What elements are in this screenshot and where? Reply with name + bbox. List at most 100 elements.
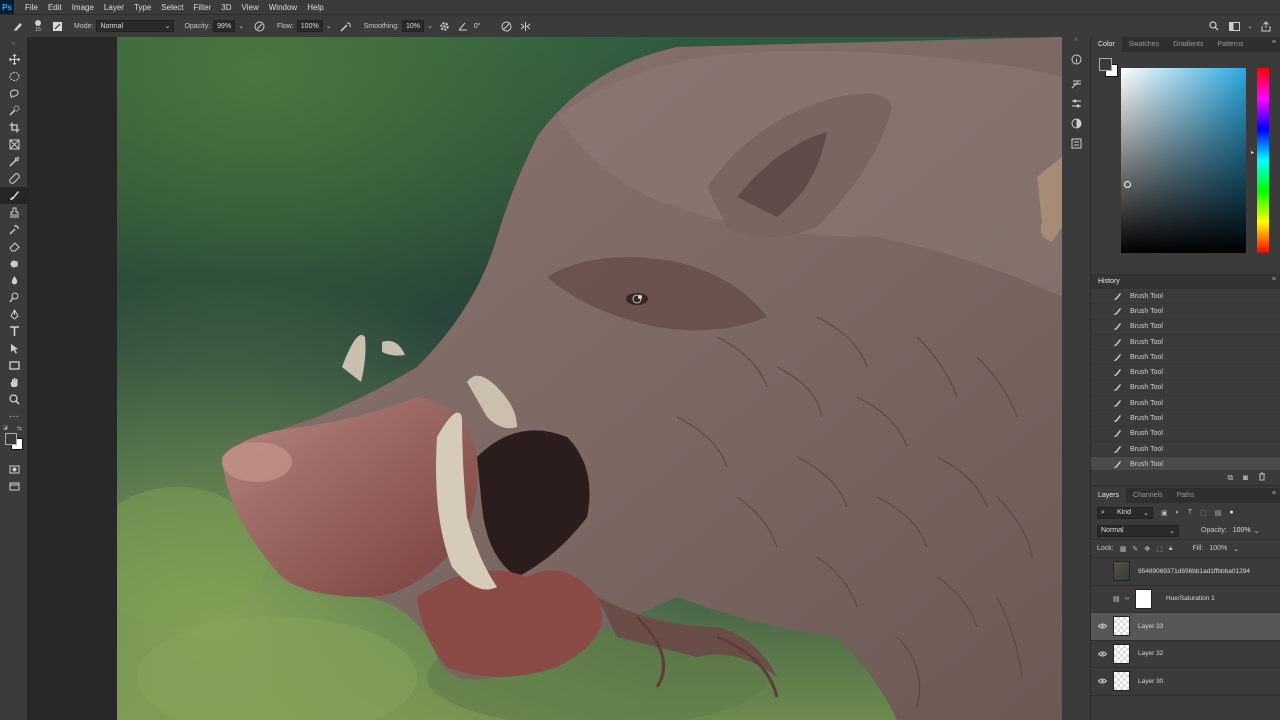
properties-icon[interactable] [1062,133,1090,153]
layer-mask-thumbnail[interactable] [1135,588,1152,609]
symmetry-icon[interactable] [520,21,531,32]
type-tool-icon[interactable] [0,323,28,340]
layer-row[interactable]: Layer 30 [1091,668,1280,696]
color-picker-cursor[interactable] [1124,181,1131,188]
layer-row[interactable]: 95489069371d696bb1ad1ffbbba01294 [1091,558,1280,586]
layer-name[interactable]: Layer 33 [1138,623,1163,630]
tab-swatches[interactable]: Swatches [1122,41,1166,48]
chevron-down-icon[interactable]: ⌄ [1233,545,1239,553]
history-item[interactable]: Brush Tool [1091,396,1280,412]
blur-tool-icon[interactable] [0,272,28,289]
chevron-down-icon[interactable]: ⌄ [238,22,244,30]
layer-thumbnail[interactable] [1113,616,1130,637]
history-item[interactable]: Brush Tool [1091,335,1280,351]
airbrush-icon[interactable] [340,21,352,32]
foreground-color-swatch[interactable] [5,433,17,445]
info-icon[interactable] [1062,49,1090,69]
layer-kind-filter[interactable]: ⌕ Kind ⌄ [1097,506,1153,519]
brush-preset-icon[interactable] [10,20,26,32]
crop-tool-icon[interactable] [0,119,28,136]
filter-type-icon[interactable]: T [1188,509,1192,516]
pressure-size-icon[interactable] [501,21,512,32]
eye-icon[interactable] [1091,651,1113,657]
menu-filter[interactable]: Filter [189,3,217,12]
brush-settings-icon[interactable] [50,21,64,32]
trash-icon[interactable] [1258,472,1266,483]
history-brush-tool-icon[interactable] [0,221,28,238]
frame-tool-icon[interactable] [0,136,28,153]
smoothing-field[interactable]: 10% [401,20,424,32]
fill-field[interactable]: 100% [1209,545,1227,552]
adjustments-icon[interactable] [1062,93,1090,113]
layer-row[interactable]: Layer 32 [1091,641,1280,668]
new-document-from-state-icon[interactable]: ⧉ [1227,473,1233,483]
swap-colors-icon[interactable]: ⇆ [17,425,22,432]
history-title[interactable]: History [1091,274,1127,289]
filter-adjustment-icon[interactable]: ◐ [1176,509,1180,516]
move-tool-icon[interactable] [0,51,28,68]
healing-tool-icon[interactable] [0,170,28,187]
eye-icon[interactable] [1091,623,1113,629]
lock-pixels-icon[interactable]: ✎ [1132,545,1138,553]
angle-field[interactable]: 0° [470,20,495,32]
share-icon[interactable] [1256,20,1276,32]
eyedropper-tool-icon[interactable] [0,153,28,170]
shape-tool-icon[interactable] [0,357,28,374]
layer-name[interactable]: 95489069371d696bb1ad1ffbbba01294 [1138,568,1250,575]
filter-pixel-icon[interactable]: ▣ [1161,509,1168,517]
toolbar-collapse-icon[interactable]: » [0,37,27,51]
history-item[interactable]: Brush Tool [1091,457,1280,470]
opacity-field[interactable]: 99% [213,20,236,32]
history-item[interactable]: Brush Tool [1091,289,1280,305]
menu-select[interactable]: Select [156,3,188,12]
workspace-icon[interactable] [1224,21,1244,31]
pen-tool-icon[interactable] [0,306,28,323]
menu-file[interactable]: File [20,3,43,12]
camera-icon[interactable]: ◙ [1243,473,1248,482]
dodge-tool-icon[interactable] [0,289,28,306]
styles-icon[interactable] [1062,113,1090,133]
panel-foreground-swatch[interactable] [1099,58,1112,71]
chevron-down-icon[interactable]: ⌄ [427,22,433,30]
chevron-down-icon[interactable]: ⌄ [326,22,332,30]
gear-icon[interactable] [439,21,450,32]
quick-mask-icon[interactable] [0,461,28,478]
filter-toggle-icon[interactable]: ● [1229,509,1233,516]
panel-menu-icon[interactable]: ≡ [1272,490,1276,497]
menu-type[interactable]: Type [129,3,156,12]
mode-select[interactable]: Normal ⌄ [96,20,175,32]
flow-field[interactable]: 100% [296,20,323,32]
more-tools-icon[interactable]: ··· [0,408,28,425]
tab-channels[interactable]: Channels [1126,492,1170,499]
layer-name[interactable]: Layer 32 [1138,650,1163,657]
eye-icon[interactable] [1091,678,1113,684]
tab-layers[interactable]: Layers [1091,488,1127,503]
menu-view[interactable]: View [237,3,264,12]
layer-name[interactable]: Layer 30 [1138,678,1163,685]
history-item[interactable]: Brush Tool [1091,304,1280,320]
gradient-tool-icon[interactable] [0,255,28,272]
history-item[interactable]: Brush Tool [1091,411,1280,427]
search-icon[interactable] [1204,21,1224,31]
path-select-tool-icon[interactable] [0,340,28,357]
blend-mode-select[interactable]: Normal ⌄ [1097,524,1179,537]
lock-all-icon[interactable]: 🔒︎ [1169,545,1173,553]
history-item[interactable]: Brush Tool [1091,442,1280,458]
tab-patterns[interactable]: Patterns [1210,41,1250,48]
history-item[interactable]: Brush Tool [1091,365,1280,381]
chevron-down-icon[interactable]: ⌄ [1244,23,1256,30]
brush-tool-icon[interactable] [0,187,28,204]
history-item[interactable]: Brush Tool [1091,381,1280,397]
document-canvas[interactable] [117,37,1062,720]
history-item[interactable]: Brush Tool [1091,320,1280,335]
tab-color[interactable]: Color [1091,37,1122,52]
history-item[interactable]: Brush Tool [1091,427,1280,442]
tab-paths[interactable]: Paths [1170,492,1202,499]
lock-position-icon[interactable]: ✥ [1144,545,1150,553]
menu-window[interactable]: Window [264,3,302,12]
lock-artboard-icon[interactable]: ⬚ [1156,545,1163,553]
menu-3d[interactable]: 3D [216,3,236,12]
layer-thumbnail[interactable] [1113,561,1130,582]
hand-tool-icon[interactable] [0,374,28,391]
eraser-tool-icon[interactable] [0,238,28,255]
